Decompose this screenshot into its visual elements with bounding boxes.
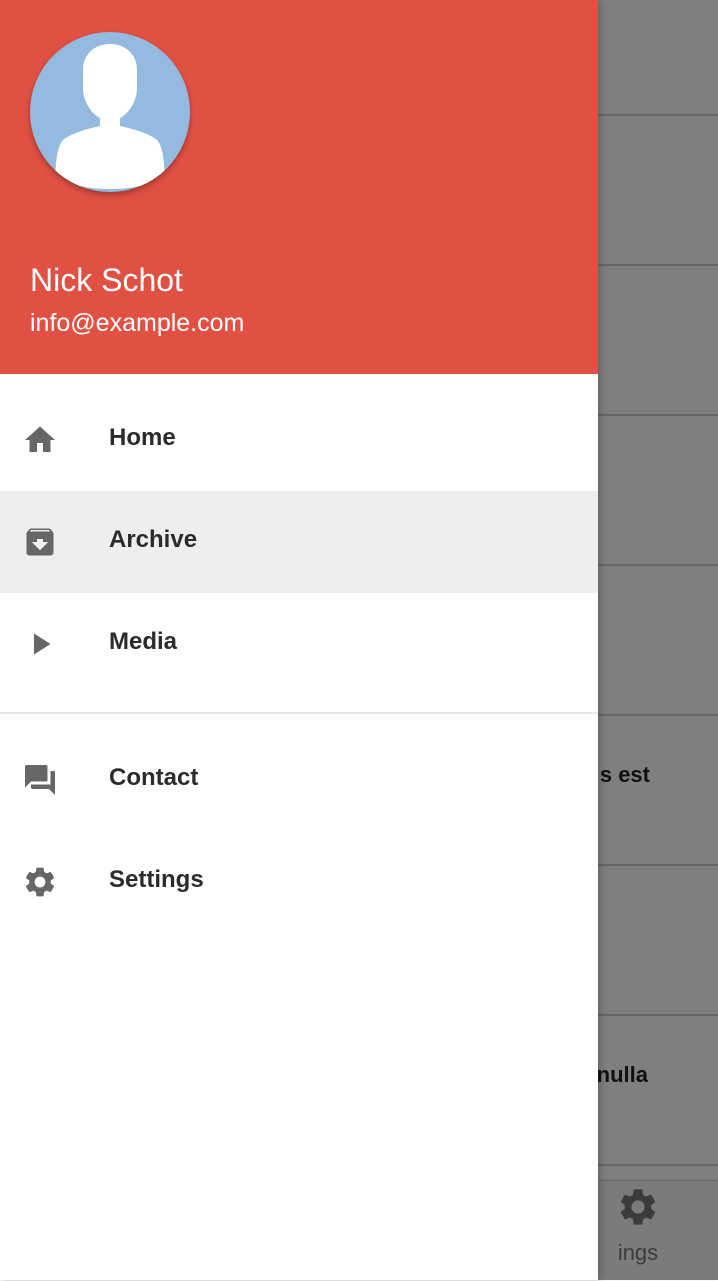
drawer-item-home[interactable]: Home	[0, 389, 598, 491]
user-email: info@example.com	[30, 309, 245, 337]
chat-icon	[22, 762, 58, 798]
drawer-item-label: Contact	[109, 764, 199, 791]
play-icon	[22, 626, 58, 662]
drawer-item-contact[interactable]: Contact	[0, 729, 598, 831]
drawer-divider	[0, 712, 598, 714]
drawer-item-archive[interactable]: Archive	[0, 491, 598, 593]
drawer-item-label: Home	[109, 424, 176, 451]
navigation-drawer: Nick Schot info@example.com Home Archive…	[0, 0, 598, 1280]
avatar[interactable]	[30, 32, 190, 192]
drawer-item-settings[interactable]: Settings	[0, 831, 598, 933]
archive-icon	[22, 524, 58, 560]
gear-icon	[22, 864, 58, 900]
drawer-item-label: Settings	[109, 866, 204, 893]
user-name: Nick Schot	[30, 262, 183, 298]
drawer-item-label: Media	[109, 628, 178, 655]
user-placeholder-icon	[55, 44, 165, 189]
drawer-header: Nick Schot info@example.com	[0, 0, 598, 374]
drawer-item-label: Archive	[109, 526, 198, 553]
home-icon	[22, 422, 58, 458]
drawer-item-media[interactable]: Media	[0, 593, 598, 695]
